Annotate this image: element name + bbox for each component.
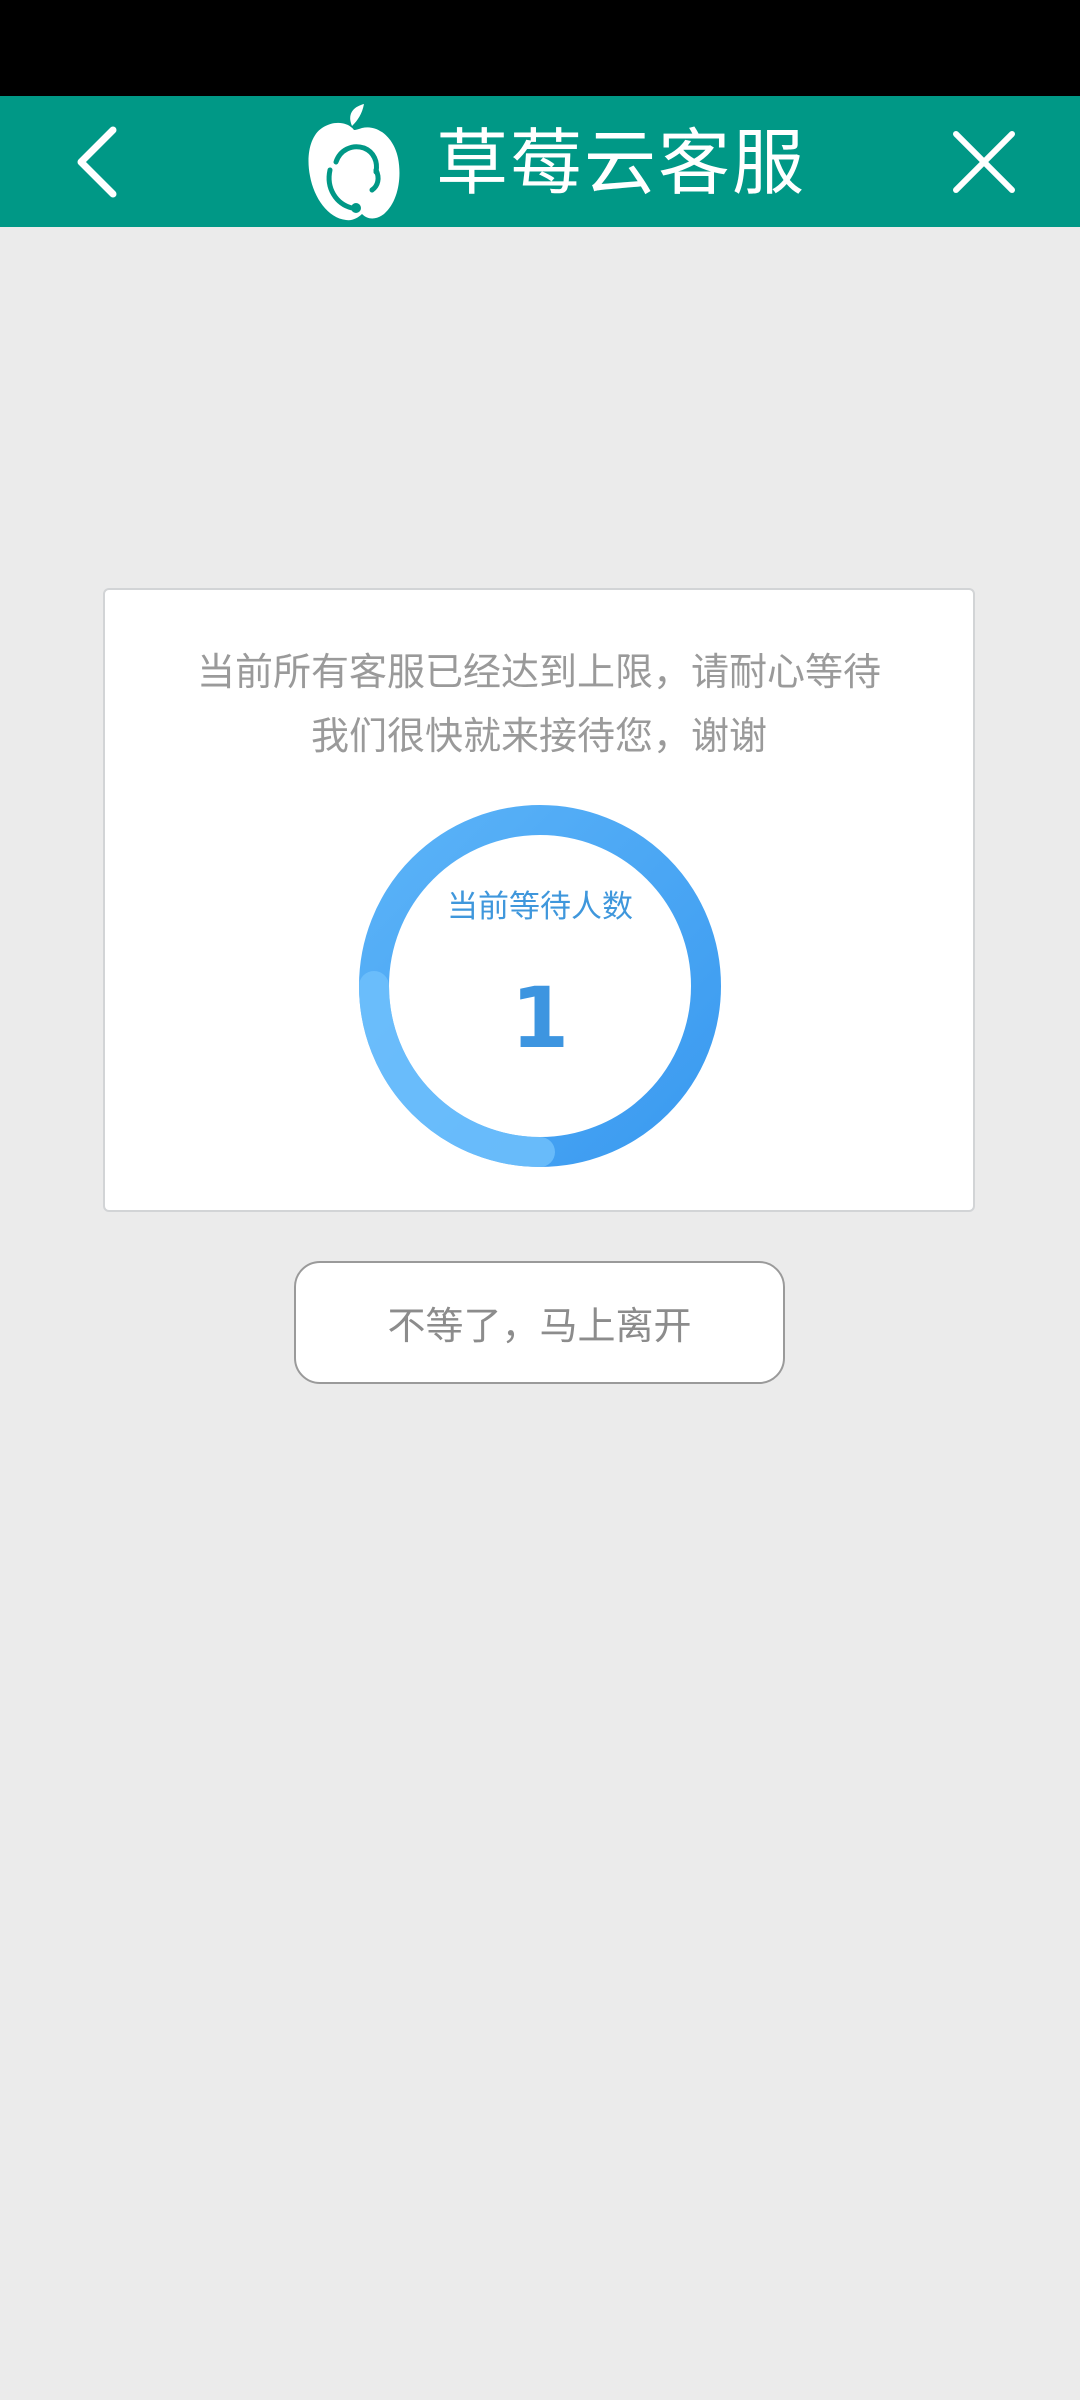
app-header: 草莓云客服: [0, 96, 1080, 227]
strawberry-agent-logo-icon: [308, 104, 400, 221]
close-icon: [953, 131, 1015, 193]
notice-line-1: 当前所有客服已经达到上限，请耐心等待: [196, 650, 881, 694]
chevron-left-icon: [77, 126, 117, 198]
close-button[interactable]: [942, 120, 1026, 204]
notice-line-2: 我们很快就来接待您，谢谢: [310, 714, 767, 758]
queue-notice: 当前所有客服已经达到上限，请耐心等待 我们很快就来接待您，谢谢: [105, 640, 973, 768]
app-title: 草莓云客服: [436, 121, 807, 205]
leave-button[interactable]: 不等了，马上离开: [294, 1261, 785, 1384]
waiting-ring: 当前等待人数 1: [358, 804, 722, 1168]
back-button[interactable]: [56, 120, 136, 204]
brand: 草莓云客服: [306, 104, 806, 222]
waiting-count-label: 当前等待人数: [447, 889, 633, 925]
status-bar: [0, 0, 1080, 96]
queue-card: 当前所有客服已经达到上限，请耐心等待 我们很快就来接待您，谢谢 当前等待人数 1: [103, 588, 975, 1212]
waiting-count-value: 1: [510, 969, 570, 1067]
